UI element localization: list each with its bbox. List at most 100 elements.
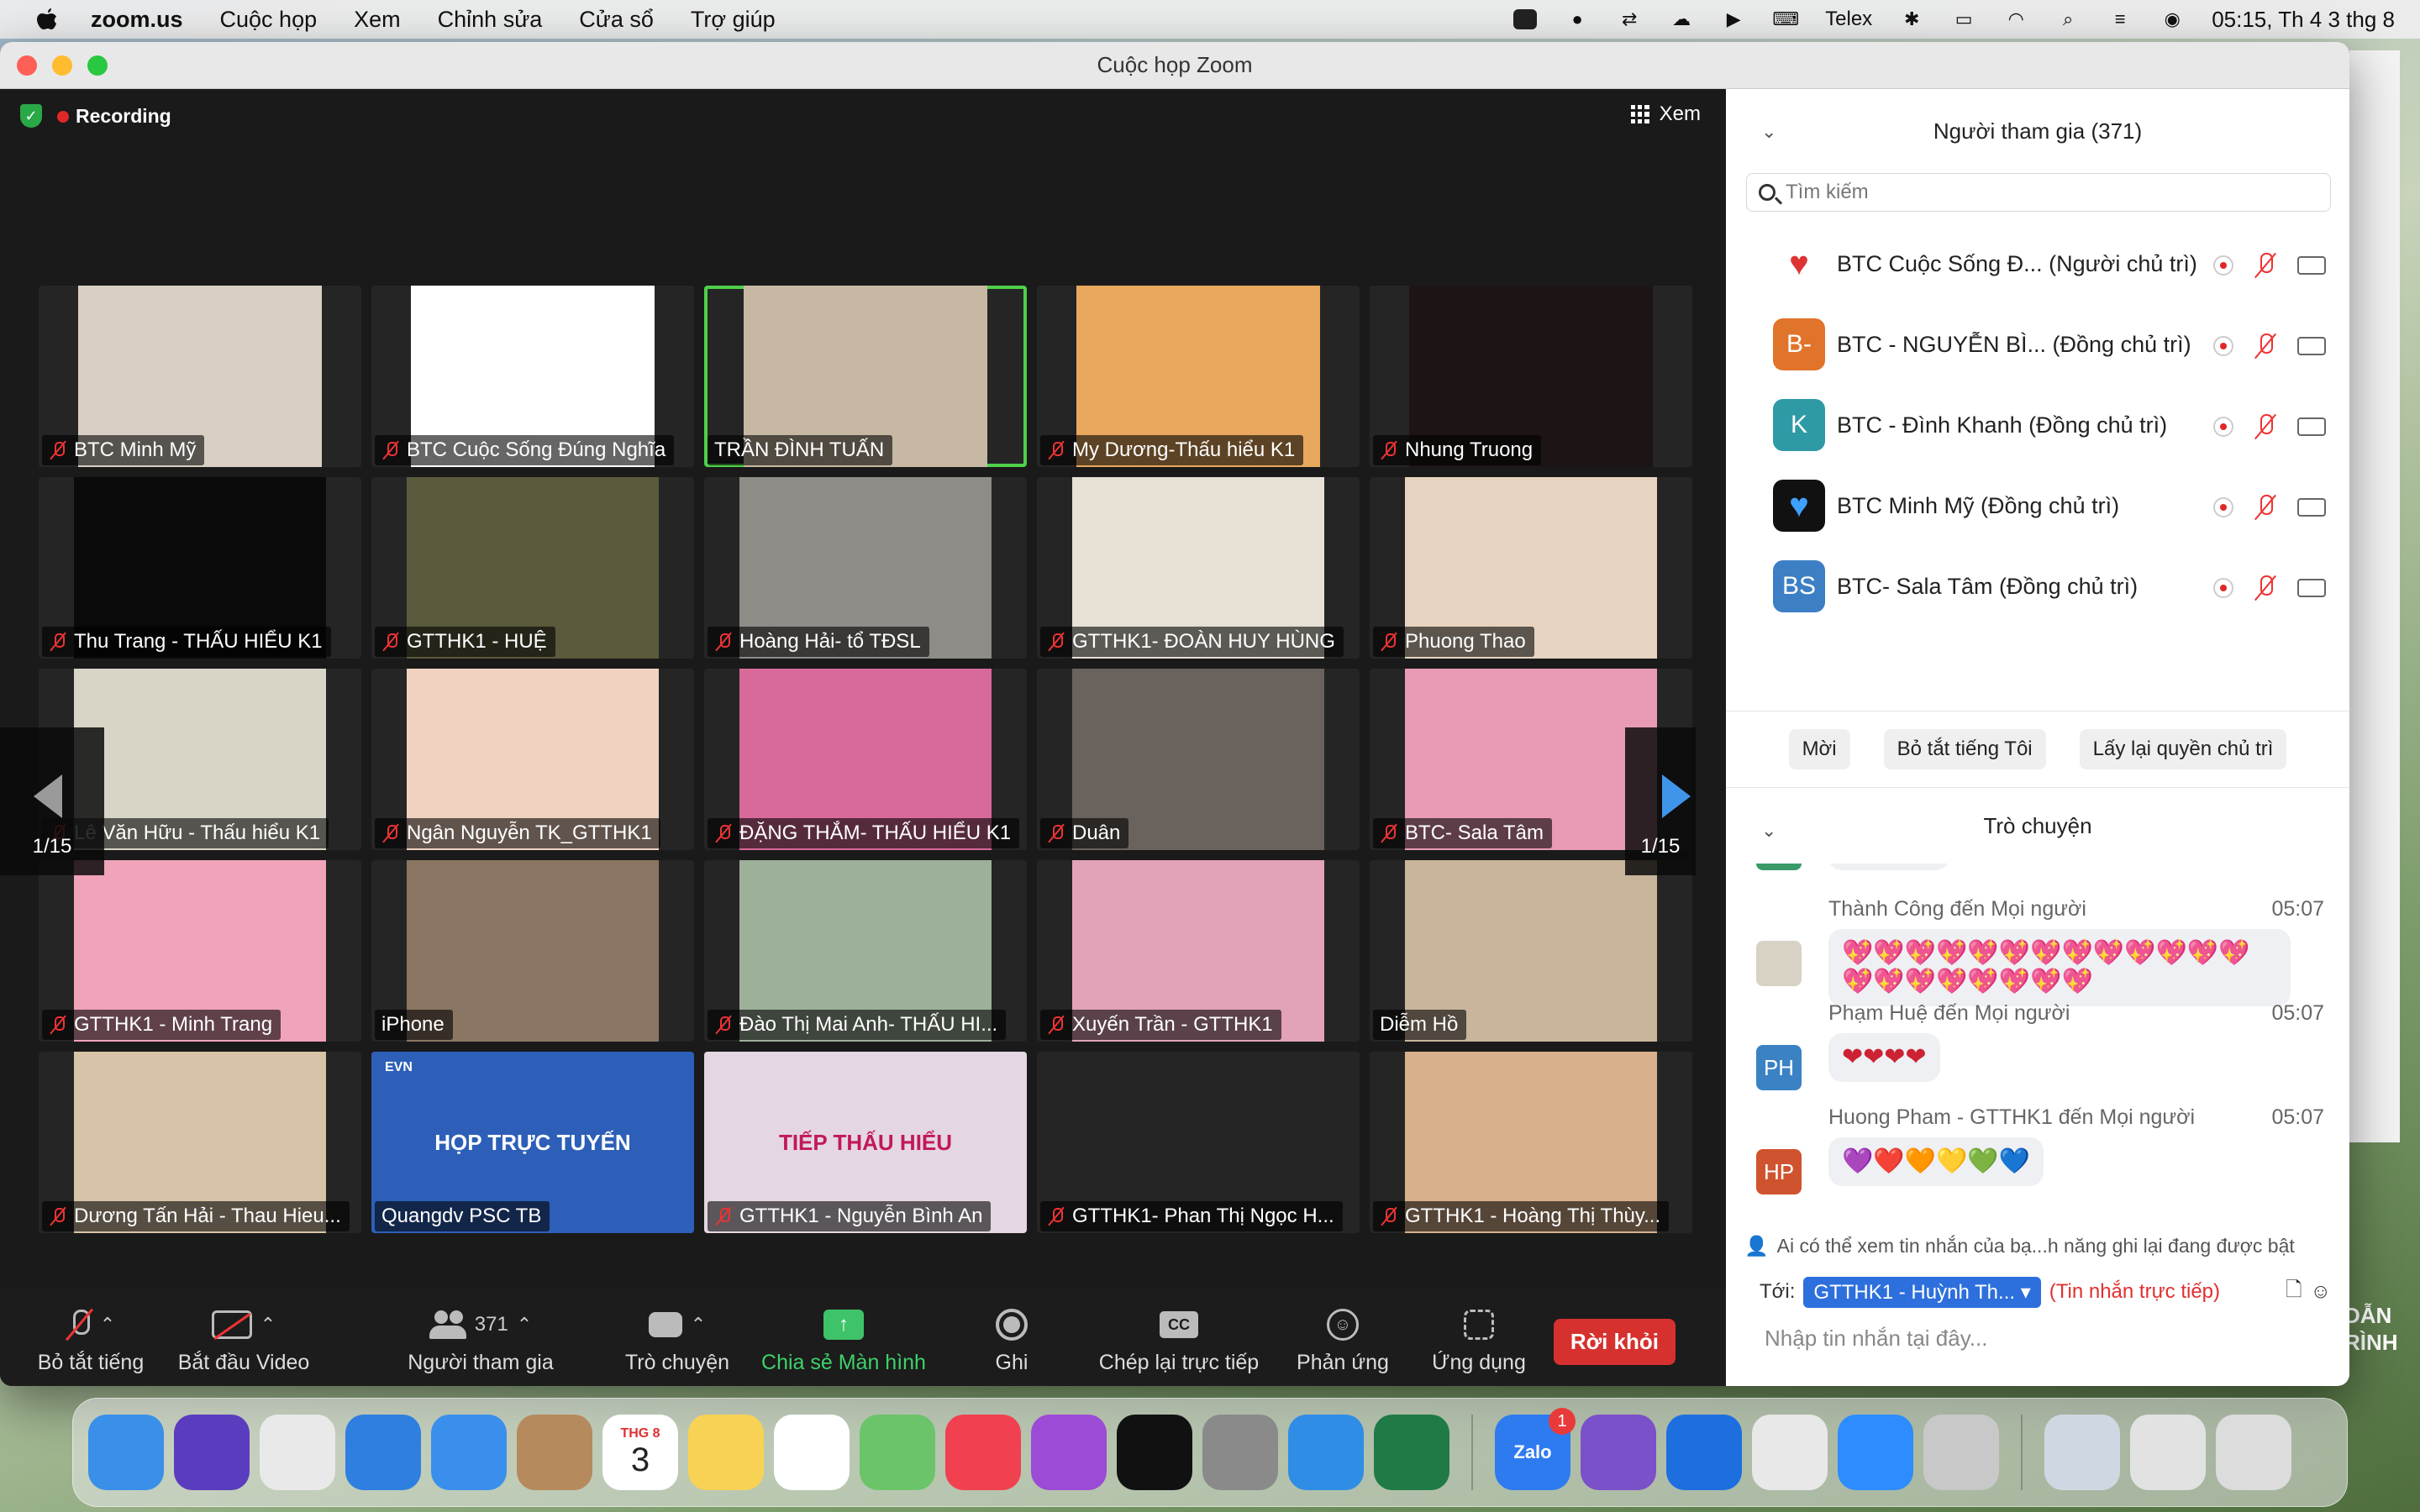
participants-button[interactable]: 371 ⌃ Người tham gia [405, 1304, 556, 1375]
video-tile[interactable]: ĐẶNG THẮM- THẤU HIỂU K1 [704, 669, 1027, 850]
chat-message-input[interactable]: Nhập tin nhắn tại đây... [1765, 1326, 1987, 1352]
cloud-icon[interactable]: ☁ [1669, 8, 1694, 31]
siri-icon[interactable]: ◉ [2160, 8, 2185, 31]
mail-icon[interactable] [431, 1415, 507, 1490]
video-tile[interactable]: My Dương-Thấu hiểu K1 [1037, 286, 1360, 467]
spotlight-search-icon[interactable]: ⌕ [2055, 8, 2081, 31]
chevron-up-icon[interactable]: ⌃ [100, 1314, 115, 1336]
participant-row[interactable]: BS BTC- Sala Tâm (Đồng chủ trì) [1726, 546, 2349, 627]
video-tile[interactable]: TIẾP THẤU HIỂU GTTHK1 - Nguyễn Bình An [704, 1052, 1027, 1233]
video-tile[interactable]: iPhone [371, 860, 694, 1042]
recording-indicator[interactable]: ✓ Recording [20, 104, 171, 128]
reclaim-host-button[interactable]: Lấy lại quyền chủ trì [2079, 729, 2287, 769]
safari-icon[interactable] [345, 1415, 421, 1490]
control-center-icon[interactable]: ≡ [2107, 8, 2133, 31]
participant-search-input[interactable]: Tìm kiếm [1746, 173, 2331, 212]
record-button[interactable]: Ghi [978, 1304, 1045, 1375]
messenger-icon[interactable]: ● [1565, 8, 1590, 31]
menu-meeting[interactable]: Cuộc họp [220, 7, 318, 33]
recipient-select[interactable]: GTTHK1 - Huỳnh Th... ▾ [1803, 1276, 2041, 1308]
app-store-icon[interactable] [1288, 1415, 1364, 1490]
apple-tv-icon[interactable] [1117, 1415, 1192, 1490]
shield-icon[interactable]: ✓ [20, 104, 42, 128]
wifi-icon[interactable]: ◠ [2003, 8, 2028, 31]
downloads-icon[interactable] [2130, 1415, 2206, 1490]
next-page-button[interactable]: 1/15 [1625, 727, 1696, 875]
video-tile[interactable]: GTTHK1- ĐOÀN HUY HÙNG [1037, 477, 1360, 659]
chrome-icon[interactable] [1752, 1415, 1828, 1490]
video-tile[interactable]: HỌP TRỰC TUYẾN EVN Quangdv PSC TB [371, 1052, 694, 1233]
input-method-label[interactable]: Telex [1825, 8, 1872, 31]
zoom-icon[interactable] [1838, 1415, 1913, 1490]
invite-button[interactable]: Mời [1788, 729, 1850, 769]
podcasts-icon[interactable] [1031, 1415, 1107, 1490]
close-window-button[interactable] [17, 55, 37, 76]
previous-page-button[interactable]: 1/15 [0, 727, 104, 875]
participant-row[interactable]: ♥ BTC Minh Mỹ (Đồng chủ trì) [1726, 465, 2349, 546]
participant-row[interactable]: ♥ BTC Cuộc Sống Đ... (Người chủ trì) [1726, 223, 2349, 304]
menu-edit[interactable]: Chỉnh sửa [438, 7, 543, 33]
start-video-button[interactable]: ⌃ Bắt đầu Video [168, 1304, 319, 1375]
chat-recording-notice[interactable]: 👤 Ai có thể xem tin nhắn của bạ...h năng… [1744, 1235, 2295, 1257]
video-tile[interactable]: GTTHK1 - Hoàng Thị Thùy... [1370, 1052, 1692, 1233]
participant-row[interactable]: B- BTC - NGUYỄN BÌ... (Đồng chủ trì) [1726, 304, 2349, 385]
video-tile[interactable]: BTC Cuộc Sống Đúng Nghĩa [371, 286, 694, 467]
apple-icon[interactable] [34, 6, 60, 33]
teamviewer-icon[interactable]: ⇄ [1617, 8, 1642, 31]
music-icon[interactable] [945, 1415, 1021, 1490]
teamviewer-icon[interactable] [1666, 1415, 1742, 1490]
unmute-button[interactable]: ⌃ Bỏ tắt tiếng [24, 1304, 158, 1375]
zalo-icon[interactable]: Zalo 1 [1495, 1408, 1576, 1490]
video-tile[interactable]: GTTHK1 - HUỆ [371, 477, 694, 659]
system-preferences-icon[interactable] [1202, 1415, 1278, 1490]
video-tile[interactable]: Hoàng Hải- tổ TĐSL [704, 477, 1027, 659]
finder-icon[interactable] [88, 1415, 164, 1490]
maps-icon[interactable] [860, 1415, 935, 1490]
video-tile[interactable]: Dương Tấn Hải - Thau Hieu... [39, 1052, 361, 1233]
recent-document-icon[interactable] [2044, 1415, 2120, 1490]
file-icon[interactable]: 🗋 [2286, 1275, 2302, 1310]
fullscreen-window-button[interactable] [87, 55, 108, 76]
chevron-up-icon[interactable]: ⌃ [517, 1314, 532, 1336]
minimize-window-button[interactable] [52, 55, 72, 76]
reminders-icon[interactable] [774, 1415, 850, 1490]
chevron-up-icon[interactable]: ⌃ [691, 1314, 706, 1336]
share-screen-button[interactable]: ↑ Chia sẻ Màn hình [761, 1304, 926, 1375]
leave-meeting-button[interactable]: Rời khỏi [1553, 1319, 1676, 1365]
video-tile[interactable]: Ngân Nguyễn TK_GTTHK1 [371, 669, 694, 850]
video-tile[interactable]: Đào Thị Mai Anh- THẤU HI... [704, 860, 1027, 1042]
launchpad-icon[interactable] [260, 1415, 335, 1490]
chevron-down-icon[interactable]: ⌄ [1761, 121, 1776, 143]
chevron-up-icon[interactable]: ⌃ [260, 1314, 276, 1336]
menu-view[interactable]: Xem [354, 7, 401, 33]
trash-icon[interactable] [2216, 1415, 2291, 1490]
video-tile[interactable]: Diễm Hồ [1370, 860, 1692, 1042]
video-tile[interactable]: Duân [1037, 669, 1360, 850]
video-tile[interactable]: GTTHK1- Phan Thị Ngọc H... [1037, 1052, 1360, 1233]
video-tile[interactable]: TRẦN ĐÌNH TUẤN [704, 286, 1027, 467]
excel-icon[interactable] [1374, 1415, 1449, 1490]
play-icon[interactable]: ▶ [1721, 8, 1746, 31]
video-tile[interactable]: Thu Trang - THẤU HIỂU K1 [39, 477, 361, 659]
chevron-down-icon[interactable]: ⌄ [1761, 820, 1776, 842]
video-tile[interactable]: GTTHK1 - Minh Trang [39, 860, 361, 1042]
bluetooth-icon[interactable]: ✱ [1899, 8, 1924, 31]
participant-row[interactable]: K BTC - Đình Khanh (Đồng chủ trì) [1726, 385, 2349, 465]
calendar-icon[interactable]: THG 83 [602, 1415, 678, 1490]
menu-help[interactable]: Trợ giúp [691, 7, 776, 33]
live-transcript-button[interactable]: CC Chép lại trực tiếp [1092, 1304, 1265, 1375]
chat-button[interactable]: ⌃ Trò chuyện [618, 1304, 736, 1375]
battery-icon[interactable]: ▭ [1951, 8, 1976, 31]
notes-icon[interactable] [688, 1415, 764, 1490]
unmute-me-button[interactable]: Bỏ tắt tiếng Tôi [1883, 729, 2046, 769]
preview-icon[interactable] [1923, 1415, 1999, 1490]
menu-window[interactable]: Cửa sổ [579, 7, 654, 33]
contacts-icon[interactable] [517, 1415, 592, 1490]
apps-button[interactable]: Ứng dụng [1428, 1304, 1529, 1375]
viber-icon[interactable] [1581, 1415, 1656, 1490]
reactions-button[interactable]: ☺ Phản ứng [1294, 1304, 1392, 1375]
input-method-icon[interactable]: ⌨ [1772, 8, 1799, 31]
menu-app-name[interactable]: zoom.us [91, 7, 183, 33]
view-button[interactable]: Xem [1630, 102, 1701, 126]
video-tile[interactable]: Xuyến Trần - GTTHK1 [1037, 860, 1360, 1042]
